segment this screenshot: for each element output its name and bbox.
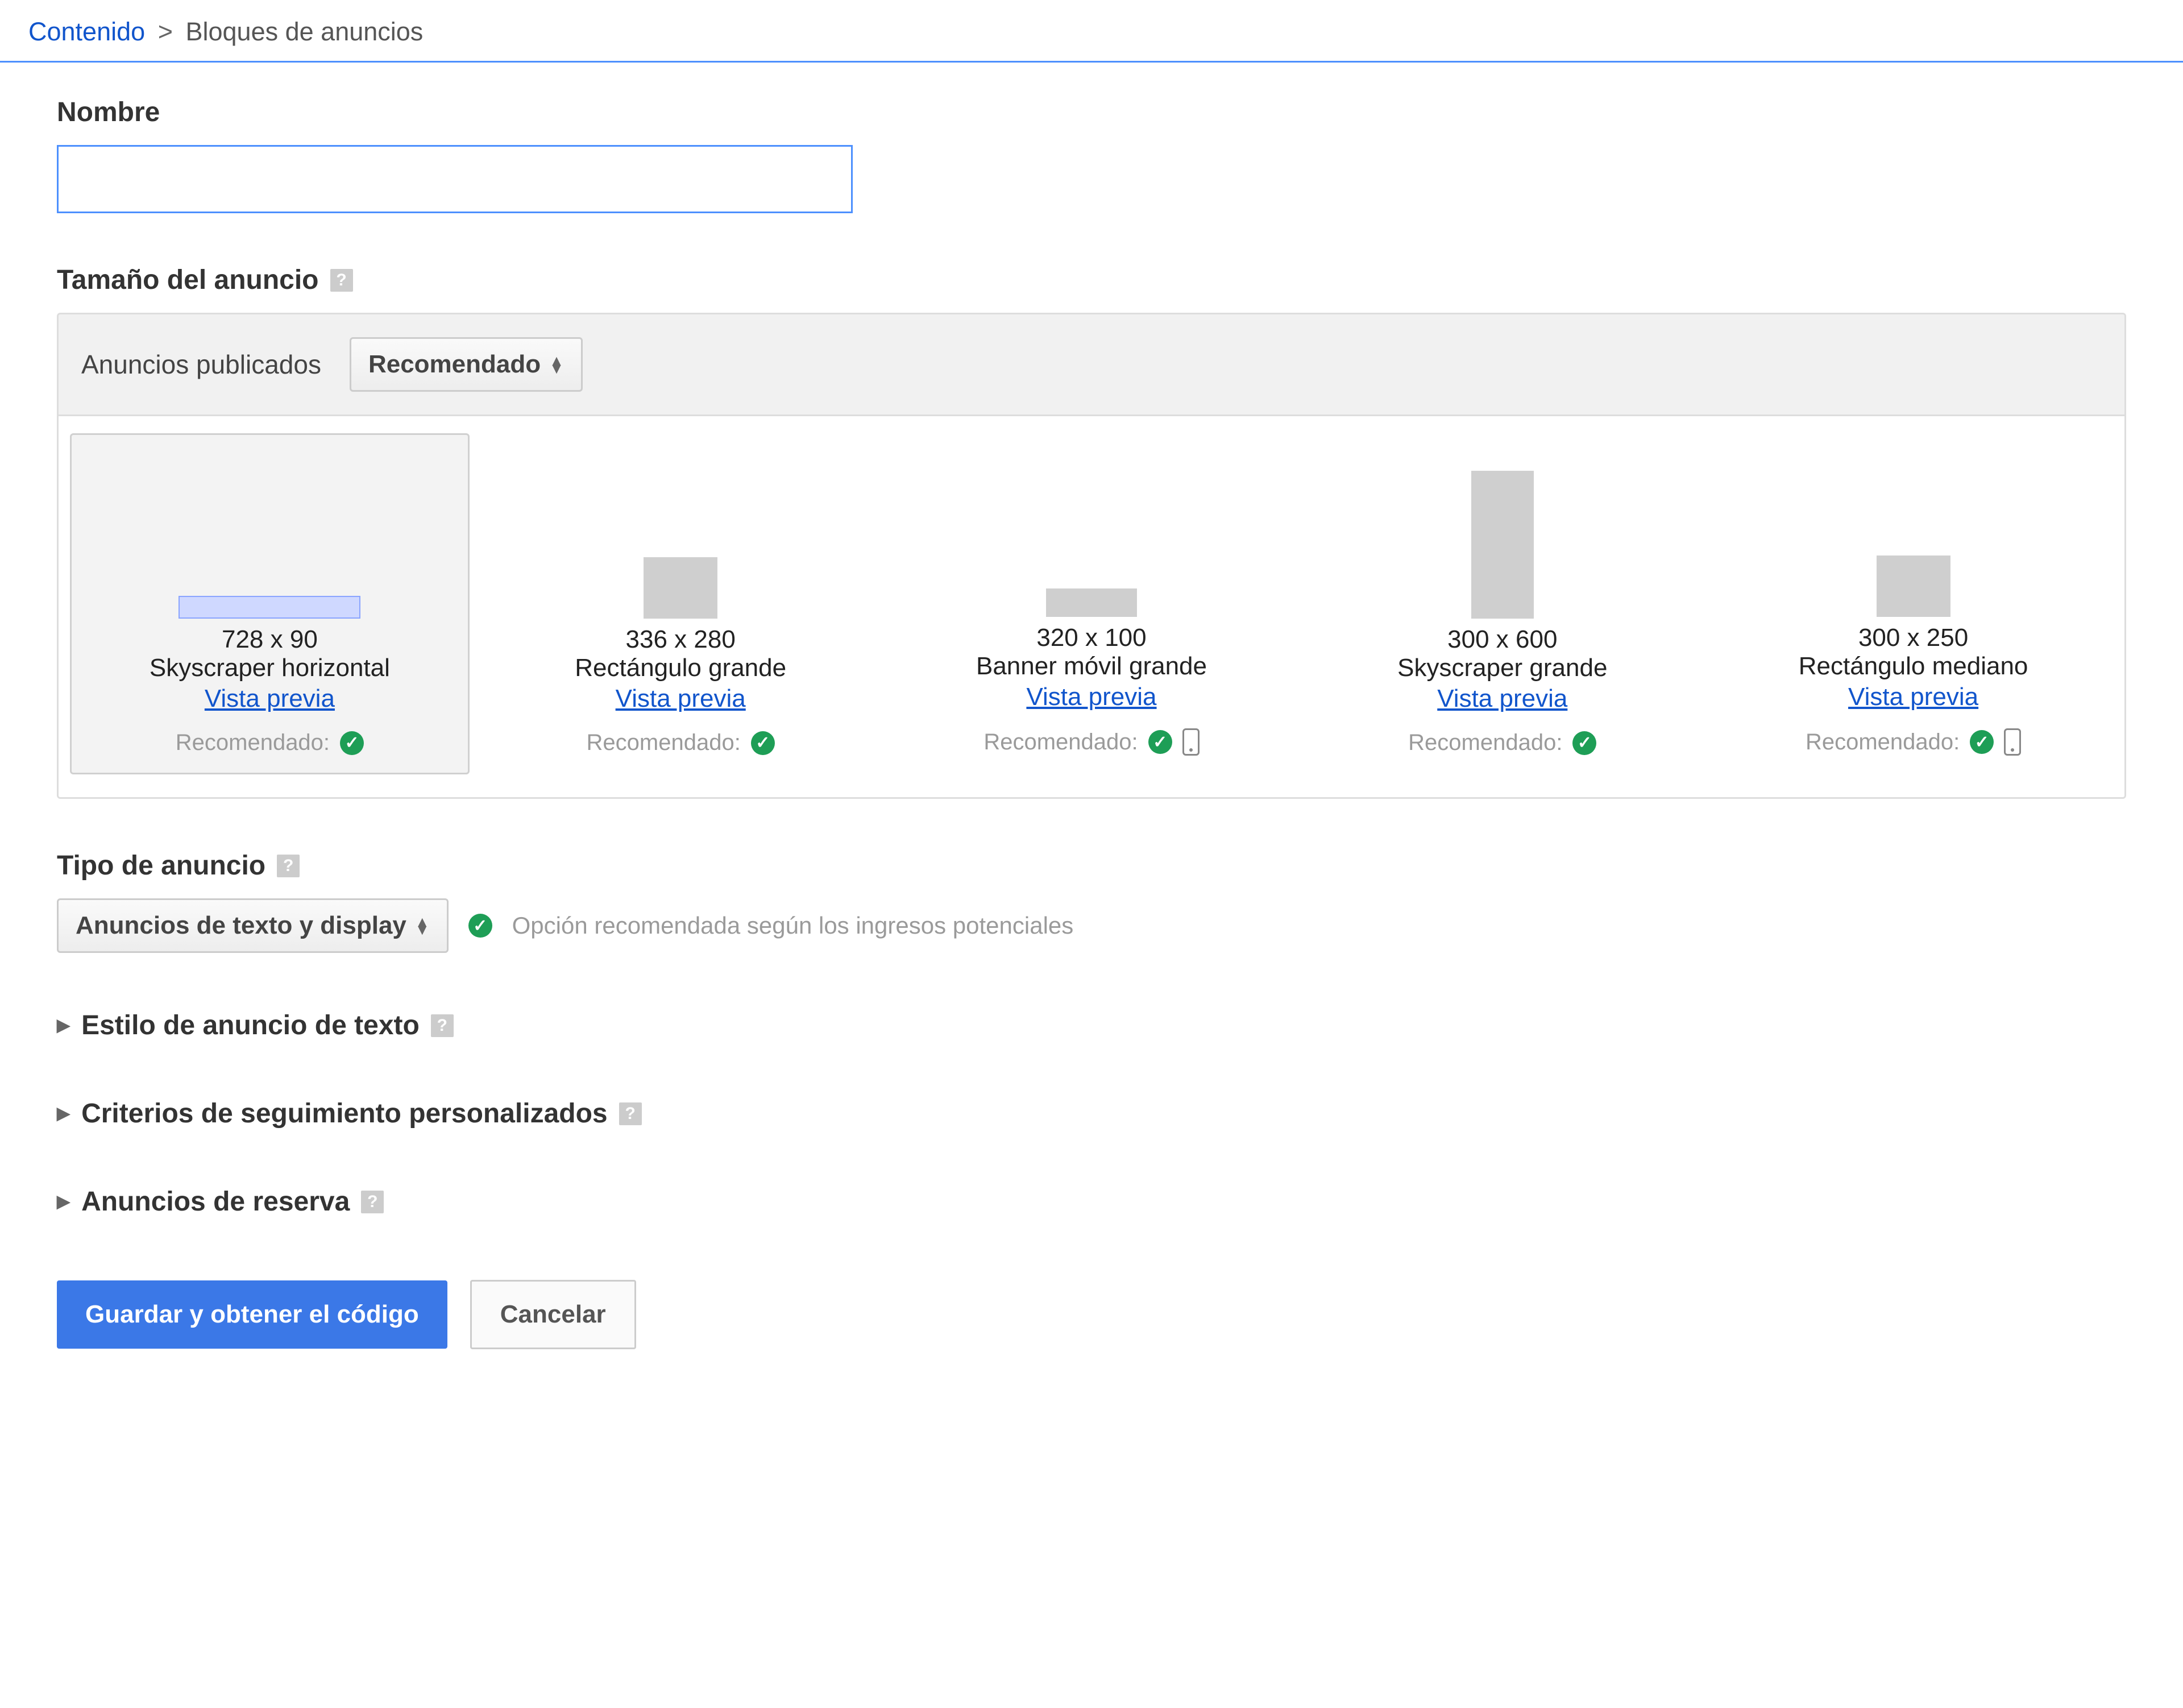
recommended-label: Recomendado: xyxy=(1806,729,1960,755)
size-filter-selected: Recomendado xyxy=(368,350,541,379)
name-label: Nombre xyxy=(57,97,2126,128)
size-card-728x90[interactable]: 728 x 90 Skyscraper horizontal Vista pre… xyxy=(70,433,470,774)
size-card-320x100[interactable]: 320 x 100 Banner móvil grande Vista prev… xyxy=(892,433,1292,774)
preview-link[interactable]: Vista previa xyxy=(902,683,1281,711)
help-icon[interactable]: ? xyxy=(330,269,353,292)
ad-type-label: Tipo de anuncio ? xyxy=(57,850,2126,881)
size-card-336x280[interactable]: 336 x 280 Rectángulo grande Vista previa… xyxy=(481,433,881,774)
sort-arrows-icon: ▲▼ xyxy=(415,918,430,934)
ad-size-label-text: Tamaño del anuncio xyxy=(57,264,319,296)
ad-size-grid: 728 x 90 Skyscraper horizontal Vista pre… xyxy=(59,416,2124,797)
size-dim: 728 x 90 xyxy=(80,625,459,654)
check-icon: ✓ xyxy=(468,914,492,938)
size-dim: 336 x 280 xyxy=(491,625,870,654)
recommended-label: Recomendado: xyxy=(1408,730,1562,756)
size-shape-icon xyxy=(1877,555,1950,617)
ad-size-field: Tamaño del anuncio ? Anuncios publicados… xyxy=(57,264,2126,799)
ad-type-selected: Anuncios de texto y display xyxy=(76,911,406,940)
section-backup-ads[interactable]: ▶ Anuncios de reserva ? xyxy=(57,1158,2126,1246)
ad-size-panel: Anuncios publicados Recomendado ▲▼ 728 x… xyxy=(57,313,2126,799)
mobile-icon xyxy=(2004,728,2021,756)
check-icon: ✓ xyxy=(1148,730,1172,754)
size-name: Rectángulo mediano xyxy=(1724,652,2103,681)
preview-link[interactable]: Vista previa xyxy=(1724,683,2103,711)
breadcrumb-current: Bloques de anuncios xyxy=(185,17,423,46)
ad-type-field: Tipo de anuncio ? Anuncios de texto y di… xyxy=(57,850,2126,953)
ad-type-dropdown[interactable]: Anuncios de texto y display ▲▼ xyxy=(57,898,449,953)
size-name: Skyscraper grande xyxy=(1313,654,1692,682)
caret-right-icon: ▶ xyxy=(57,1104,70,1124)
check-icon: ✓ xyxy=(1970,730,1994,754)
recommended-row: Recomendado: ✓ xyxy=(80,730,459,756)
size-dim: 300 x 600 xyxy=(1313,625,1692,654)
section-label: Anuncios de reserva xyxy=(81,1186,350,1217)
help-icon[interactable]: ? xyxy=(619,1102,642,1125)
published-ads-label: Anuncios publicados xyxy=(81,349,321,380)
action-row: Guardar y obtener el código Cancelar xyxy=(57,1280,2126,1349)
recommended-row: Recomendado: ✓ xyxy=(1724,728,2103,756)
size-shape-icon xyxy=(1471,471,1534,619)
recommended-row: Recomendado: ✓ xyxy=(1313,730,1692,756)
size-name: Banner móvil grande xyxy=(902,652,1281,681)
breadcrumb: Contenido > Bloques de anuncios xyxy=(0,0,2183,63)
caret-right-icon: ▶ xyxy=(57,1192,70,1212)
help-icon[interactable]: ? xyxy=(361,1191,384,1213)
check-icon: ✓ xyxy=(340,731,364,755)
help-icon[interactable]: ? xyxy=(431,1014,454,1037)
preview-link[interactable]: Vista previa xyxy=(80,685,459,713)
name-field: Nombre xyxy=(57,97,2126,213)
recommended-label: Recomendado: xyxy=(176,730,330,756)
section-custom-tracking[interactable]: ▶ Criterios de seguimiento personalizado… xyxy=(57,1069,2126,1158)
check-icon: ✓ xyxy=(751,731,775,755)
help-icon[interactable]: ? xyxy=(277,855,300,877)
ad-size-panel-header: Anuncios publicados Recomendado ▲▼ xyxy=(59,314,2124,416)
size-card-300x250[interactable]: 300 x 250 Rectángulo mediano Vista previ… xyxy=(1713,433,2113,774)
ad-size-label: Tamaño del anuncio ? xyxy=(57,264,2126,296)
caret-right-icon: ▶ xyxy=(57,1015,70,1035)
recommended-label: Recomendado: xyxy=(587,730,741,756)
mobile-icon xyxy=(1182,728,1200,756)
size-shape-icon xyxy=(644,557,717,619)
size-card-300x600[interactable]: 300 x 600 Skyscraper grande Vista previa… xyxy=(1302,433,1702,774)
section-text-style[interactable]: ▶ Estilo de anuncio de texto ? xyxy=(57,981,2126,1069)
breadcrumb-separator: > xyxy=(158,17,173,46)
recommended-row: Recomendado: ✓ xyxy=(491,730,870,756)
size-shape-icon xyxy=(1046,588,1137,617)
recommended-label: Recomendado: xyxy=(983,729,1138,755)
size-filter-dropdown[interactable]: Recomendado ▲▼ xyxy=(350,337,583,392)
size-dim: 300 x 250 xyxy=(1724,624,2103,652)
ad-type-label-text: Tipo de anuncio xyxy=(57,850,265,881)
sort-arrows-icon: ▲▼ xyxy=(549,356,564,373)
section-label: Estilo de anuncio de texto xyxy=(81,1010,420,1041)
cancel-button[interactable]: Cancelar xyxy=(470,1280,636,1349)
preview-link[interactable]: Vista previa xyxy=(1313,685,1692,713)
save-button[interactable]: Guardar y obtener el código xyxy=(57,1280,447,1349)
check-icon: ✓ xyxy=(1572,731,1596,755)
name-input[interactable] xyxy=(57,145,853,213)
breadcrumb-root-link[interactable]: Contenido xyxy=(28,17,145,46)
preview-link[interactable]: Vista previa xyxy=(491,685,870,713)
section-label: Criterios de seguimiento personalizados xyxy=(81,1098,608,1129)
size-shape-icon xyxy=(179,596,360,619)
size-name: Skyscraper horizontal xyxy=(80,654,459,682)
ad-type-reco-note: Opción recomendada según los ingresos po… xyxy=(512,912,1074,939)
recommended-row: Recomendado: ✓ xyxy=(902,728,1281,756)
size-name: Rectángulo grande xyxy=(491,654,870,682)
size-dim: 320 x 100 xyxy=(902,624,1281,652)
